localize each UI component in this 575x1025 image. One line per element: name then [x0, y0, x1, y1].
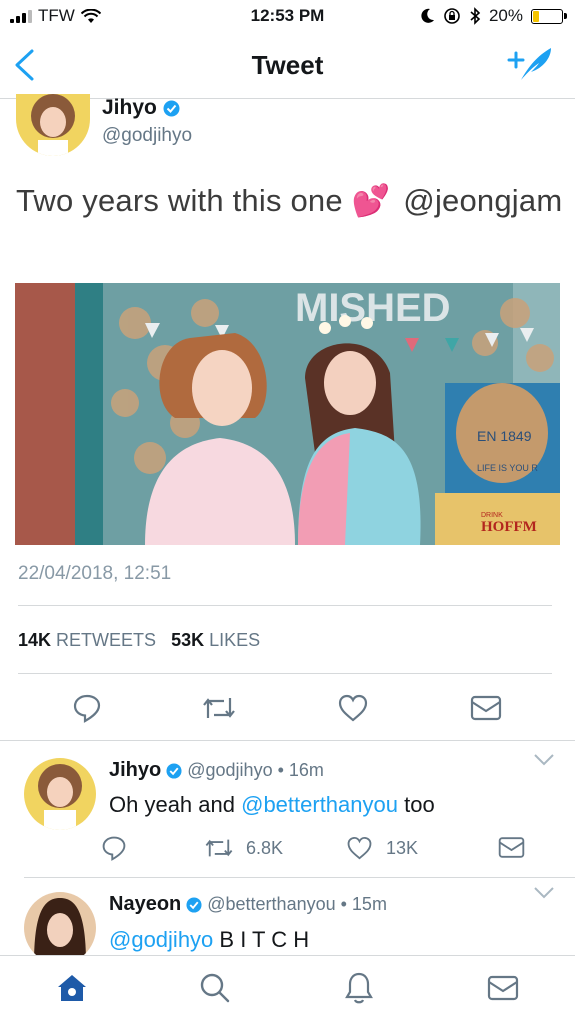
chevron-down-icon[interactable] — [533, 753, 555, 767]
reply-time: 16m — [288, 760, 324, 780]
reply-like-count[interactable]: 13K — [386, 838, 418, 859]
notifications-icon[interactable] — [344, 971, 374, 1005]
reply-text-after: B I T C H — [219, 927, 310, 952]
tweet-timestamp: 22/04/2018, 12:51 — [18, 563, 172, 584]
dm-icon[interactable] — [470, 695, 502, 721]
tweet-photo[interactable]: MISHED EN 1849 LIFE IS YOU R DRINK HOFFM — [15, 283, 560, 545]
messages-icon[interactable] — [487, 974, 519, 1002]
reply-text-after: too — [404, 792, 435, 817]
tweet-text-body: Two years with this one — [16, 183, 343, 218]
separator-dot: • — [277, 760, 284, 780]
retweet-icon[interactable] — [203, 835, 235, 861]
avatar[interactable] — [24, 892, 96, 955]
reply-text: @godjihyo B I T C H — [109, 927, 309, 953]
like-count[interactable]: 53K — [171, 630, 204, 650]
reply-author-name[interactable]: Nayeon — [109, 893, 181, 916]
verified-icon — [186, 896, 202, 913]
page-title: Tweet — [251, 50, 324, 80]
reply-author-handle[interactable]: @betterthanyou — [207, 894, 335, 915]
separator-dot: • — [340, 894, 347, 914]
dm-icon[interactable] — [498, 836, 525, 859]
compose-icon[interactable] — [507, 46, 553, 82]
reply-retweet-count[interactable]: 6.8K — [246, 838, 283, 859]
home-icon[interactable] — [56, 973, 88, 1003]
tweet-stats: 14K RETWEETS 53K LIKES — [18, 630, 260, 651]
divider — [18, 605, 552, 606]
bluetooth-icon — [470, 7, 481, 25]
retweet-icon[interactable] — [200, 693, 238, 723]
like-label[interactable]: LIKES — [209, 630, 260, 650]
reply-actions: 6.8K 13K — [0, 833, 575, 863]
reply-tweet[interactable]: Nayeon @betterthanyou • 15m @godjihyo B … — [0, 878, 575, 955]
like-icon[interactable] — [346, 835, 373, 861]
reply-author-name[interactable]: Jihyo — [109, 759, 161, 782]
verified-icon — [163, 100, 180, 116]
nav-bar: Tweet — [0, 34, 575, 99]
reply-tweet[interactable]: Jihyo @godjihyo • 16m Oh yeah and @bette… — [0, 741, 575, 877]
crate-small: DRINK — [481, 512, 503, 519]
reply-header: Nayeon @betterthanyou • 15m — [109, 893, 387, 916]
chevron-down-icon[interactable] — [533, 886, 555, 900]
reply-icon[interactable] — [72, 693, 102, 723]
battery-icon — [531, 8, 567, 24]
like-icon[interactable] — [337, 693, 369, 723]
author-name-row: Jihyo — [102, 96, 180, 120]
retweet-label[interactable]: RETWEETS — [56, 630, 156, 650]
status-icons: 20% — [421, 6, 567, 26]
reply-mention[interactable]: @godjihyo — [109, 927, 213, 952]
verified-icon — [166, 762, 182, 779]
author-name[interactable]: Jihyo — [102, 96, 157, 120]
heart-emoji: 💕 — [351, 183, 391, 218]
battery-percent: 20% — [488, 6, 523, 25]
tweet-mention[interactable]: @jeongjam — [403, 183, 562, 218]
crate-text: HOFFM — [481, 519, 537, 535]
avatar[interactable] — [16, 94, 90, 156]
reply-mention[interactable]: @betterthanyou — [241, 792, 398, 817]
sign-text: LIFE IS YOU R — [477, 463, 538, 473]
retweet-count[interactable]: 14K — [18, 630, 51, 650]
reply-time: 15m — [351, 894, 387, 914]
lock-rotation-icon — [444, 8, 460, 24]
sign-year: EN 1849 — [477, 428, 532, 444]
reply-text-before: Oh yeah and — [109, 792, 235, 817]
reply-text: Oh yeah and @betterthanyou too — [109, 792, 435, 818]
reply-author-handle[interactable]: @godjihyo — [187, 760, 272, 781]
tweet-actions — [0, 690, 575, 724]
tweet-text: Two years with this one 💕 @jeongjam — [16, 182, 562, 219]
reply-header: Jihyo @godjihyo • 16m — [109, 759, 324, 782]
author-handle[interactable]: @godjihyo — [102, 125, 192, 147]
moon-icon — [421, 8, 434, 23]
reply-icon[interactable] — [101, 835, 127, 861]
status-bar: TFW 12:53 PM 20% — [0, 0, 575, 34]
divider — [18, 673, 552, 674]
avatar[interactable] — [24, 758, 96, 830]
tab-bar — [0, 955, 575, 1025]
search-icon[interactable] — [199, 972, 231, 1004]
